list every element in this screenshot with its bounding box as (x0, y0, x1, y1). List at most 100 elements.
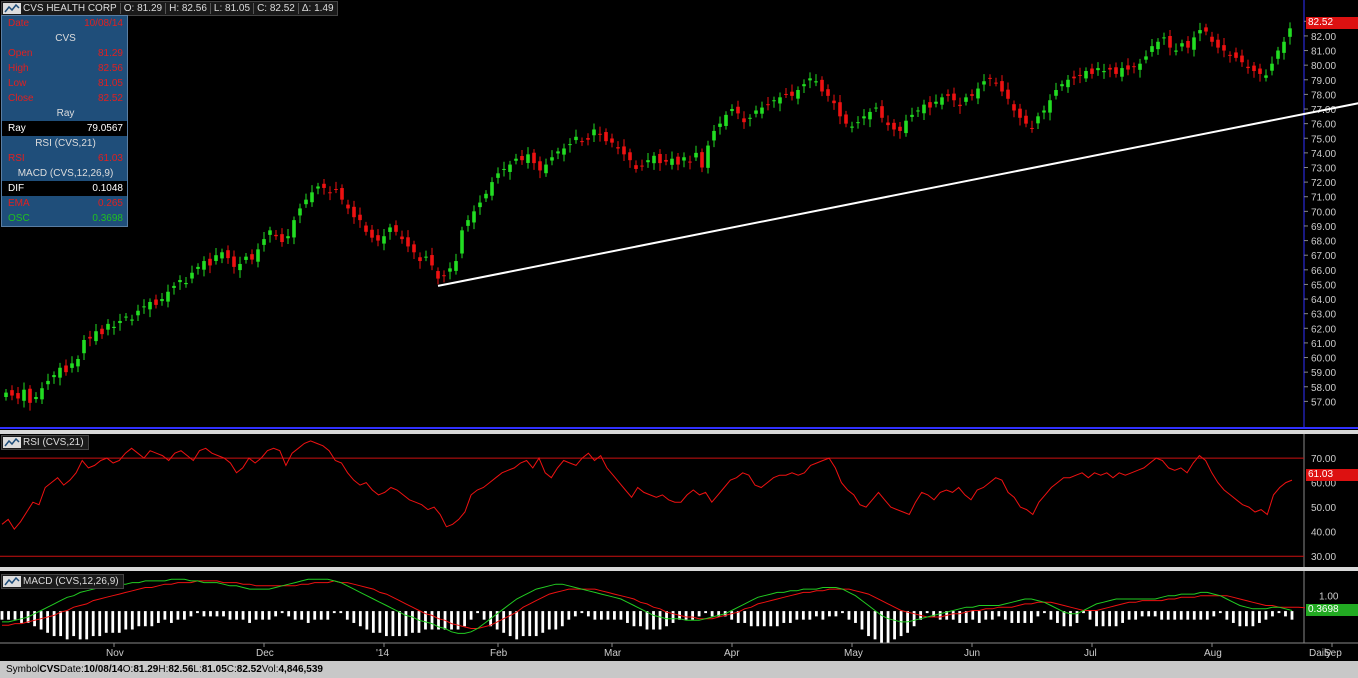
macd-osc-bar (528, 611, 532, 637)
candle-body (868, 111, 872, 120)
macd-osc-bar (313, 611, 317, 620)
macd-osc-bar (248, 611, 251, 623)
x-tick-label: Aug (1204, 648, 1222, 659)
macd-osc-bar (847, 611, 851, 620)
stock-chart[interactable]: 57.00 58.00 59.00 60.00 61.00 62.00 63.00 64.00… (0, 0, 1358, 661)
candle-body (598, 133, 602, 135)
macd-osc-bar (1192, 611, 1196, 620)
candle-body (754, 110, 758, 114)
macd-osc-bar (345, 611, 349, 620)
macd-osc-bar (1290, 611, 1294, 620)
macd-osc-bar (782, 611, 786, 623)
candle-body (628, 152, 632, 161)
candle-body (604, 132, 608, 142)
candle-body (70, 363, 74, 368)
candle-body (1252, 65, 1256, 72)
candle-body (616, 147, 620, 149)
macd-osc-bar (1218, 611, 1222, 614)
candle-body (1180, 43, 1184, 47)
candle-body (196, 266, 200, 269)
candle-body (1282, 41, 1286, 53)
candle-body (898, 126, 902, 131)
status-vol-label: Vol: (261, 664, 279, 675)
y-tick-label: 69.00 (1311, 222, 1336, 233)
y-tick-label: 76.00 (1311, 120, 1336, 131)
macd-osc-bar (951, 611, 955, 620)
candle-body (352, 206, 356, 218)
candle-body (622, 146, 626, 155)
rsi-tick-label: 40.00 (1311, 528, 1336, 539)
macd-osc-bar (0, 611, 4, 620)
macd-osc-bar (775, 611, 779, 627)
macd-osc-bar (306, 611, 310, 623)
macd-osc-bar (762, 611, 766, 627)
macd-osc-bar (1186, 611, 1190, 620)
pane-separator (0, 430, 1358, 434)
macd-osc-bar (267, 611, 271, 620)
candle-body (22, 389, 26, 401)
macd-osc-bar (371, 611, 375, 633)
macd-osc-bar (586, 611, 590, 617)
date-value: 10/08/14 (84, 18, 123, 29)
candle-body (448, 268, 452, 272)
macd-osc-bar (808, 611, 812, 620)
status-open: 81.29 (133, 664, 159, 675)
macd-osc-bar (137, 611, 141, 627)
candle-body (316, 186, 320, 189)
x-tick-label: Nov (106, 648, 124, 659)
macd-osc-bar (228, 611, 232, 620)
macd-osc-bar (626, 611, 629, 623)
y-tick-label: 63.00 (1311, 310, 1336, 321)
candle-body (838, 102, 842, 117)
candle-body (856, 122, 860, 124)
candle-body (934, 101, 938, 104)
candle-body (610, 138, 614, 143)
rsi-label: RSI (8, 153, 25, 164)
macd-osc-bar (104, 611, 108, 633)
macd-osc-bar (254, 611, 258, 620)
chart-title-bar[interactable]: CVS HEALTH CORP O: 81.29 H: 82.56 L: 81.… (1, 1, 338, 16)
candle-body (1042, 110, 1046, 113)
candle-body (778, 97, 782, 104)
candle-body (880, 106, 884, 118)
periodicity-label: Daily (1309, 648, 1331, 659)
macd-osc-bar (743, 611, 747, 623)
candle-body (58, 367, 62, 378)
candle-body (1126, 65, 1130, 70)
macd-osc-bar (997, 611, 1001, 617)
status-low: 81.05 (201, 664, 227, 675)
rsi-pane-label[interactable]: RSI (CVS,21) (1, 435, 89, 450)
status-date-label: Date: (59, 664, 84, 675)
y-tick-label: 71.00 (1311, 193, 1336, 204)
macd-osc-bar (417, 611, 421, 633)
candle-body (952, 93, 956, 101)
date-label: Date (8, 18, 30, 29)
macd-pane-label[interactable]: MACD (CVS,12,26,9) (1, 574, 124, 589)
candle-body (130, 319, 134, 321)
macd-osc-bar (534, 611, 538, 637)
macd-osc-bar (143, 611, 147, 627)
candle-body (682, 157, 686, 161)
candle-body (580, 141, 584, 143)
macd-osc-bar (1101, 611, 1105, 627)
status-symbol: CVS (39, 664, 60, 675)
macd-osc-bar (684, 611, 688, 620)
candle-body (1114, 67, 1118, 74)
x-tick-label: Apr (724, 648, 740, 659)
candle-body (28, 388, 32, 403)
candle-body (520, 156, 524, 161)
macd-osc-bar (541, 611, 545, 633)
candle-body (1150, 46, 1154, 52)
candle-body (532, 152, 536, 164)
candle-body (922, 104, 926, 114)
candle-body (1120, 68, 1124, 77)
y-tick-label: 70.00 (1311, 207, 1336, 218)
candle-body (802, 84, 806, 87)
candle-body (706, 145, 710, 168)
y-tick-label: 65.00 (1311, 280, 1336, 291)
candle-body (262, 239, 266, 245)
candle-body (82, 339, 86, 354)
candle-body (658, 153, 662, 164)
candle-body (1216, 39, 1220, 48)
candle-body (784, 93, 788, 95)
